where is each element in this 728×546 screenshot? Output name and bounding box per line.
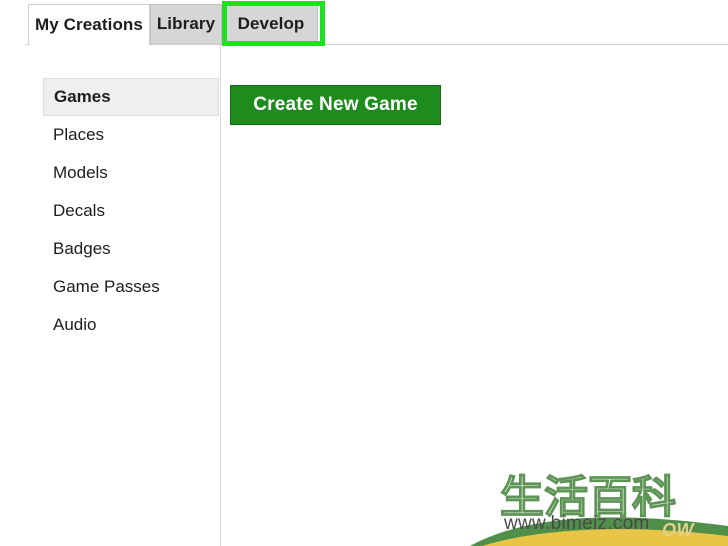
sidebar-item-label: Models bbox=[53, 163, 108, 182]
sidebar-item-places[interactable]: Places bbox=[43, 116, 219, 154]
sidebar-item-label: Games bbox=[54, 87, 111, 106]
sidebar-item-label: Audio bbox=[53, 315, 97, 334]
create-new-game-label: Create New Game bbox=[253, 94, 418, 115]
sidebar-item-games[interactable]: Games bbox=[43, 78, 219, 116]
create-new-game-button[interactable]: Create New Game bbox=[230, 85, 441, 125]
tab-library-label: Library bbox=[156, 14, 216, 33]
tab-my-creations[interactable]: My Creations bbox=[28, 4, 150, 46]
sidebar-item-decals[interactable]: Decals bbox=[43, 192, 219, 230]
tab-library[interactable]: Library bbox=[150, 4, 222, 44]
sidebar-item-label: Places bbox=[53, 125, 105, 144]
main-panel: Create New Game bbox=[221, 45, 728, 546]
sidebar-item-label: Decals bbox=[53, 201, 105, 220]
content-area: Games Places Models Decals Badges Game P… bbox=[0, 45, 728, 546]
sidebar-item-label: Badges bbox=[53, 239, 111, 258]
tab-bar: My Creations Library Develop bbox=[0, 0, 728, 46]
tab-develop-label: Develop bbox=[237, 14, 305, 33]
sidebar-item-game-passes[interactable]: Game Passes bbox=[43, 268, 219, 306]
tab-my-creations-label: My Creations bbox=[35, 15, 143, 34]
tab-develop[interactable]: Develop bbox=[224, 4, 318, 44]
sidebar-item-label: Game Passes bbox=[53, 277, 160, 296]
sidebar-item-models[interactable]: Models bbox=[43, 154, 219, 192]
sidebar-item-audio[interactable]: Audio bbox=[43, 306, 219, 344]
sidebar-nav: Games Places Models Decals Badges Game P… bbox=[43, 78, 219, 344]
sidebar-item-badges[interactable]: Badges bbox=[43, 230, 219, 268]
